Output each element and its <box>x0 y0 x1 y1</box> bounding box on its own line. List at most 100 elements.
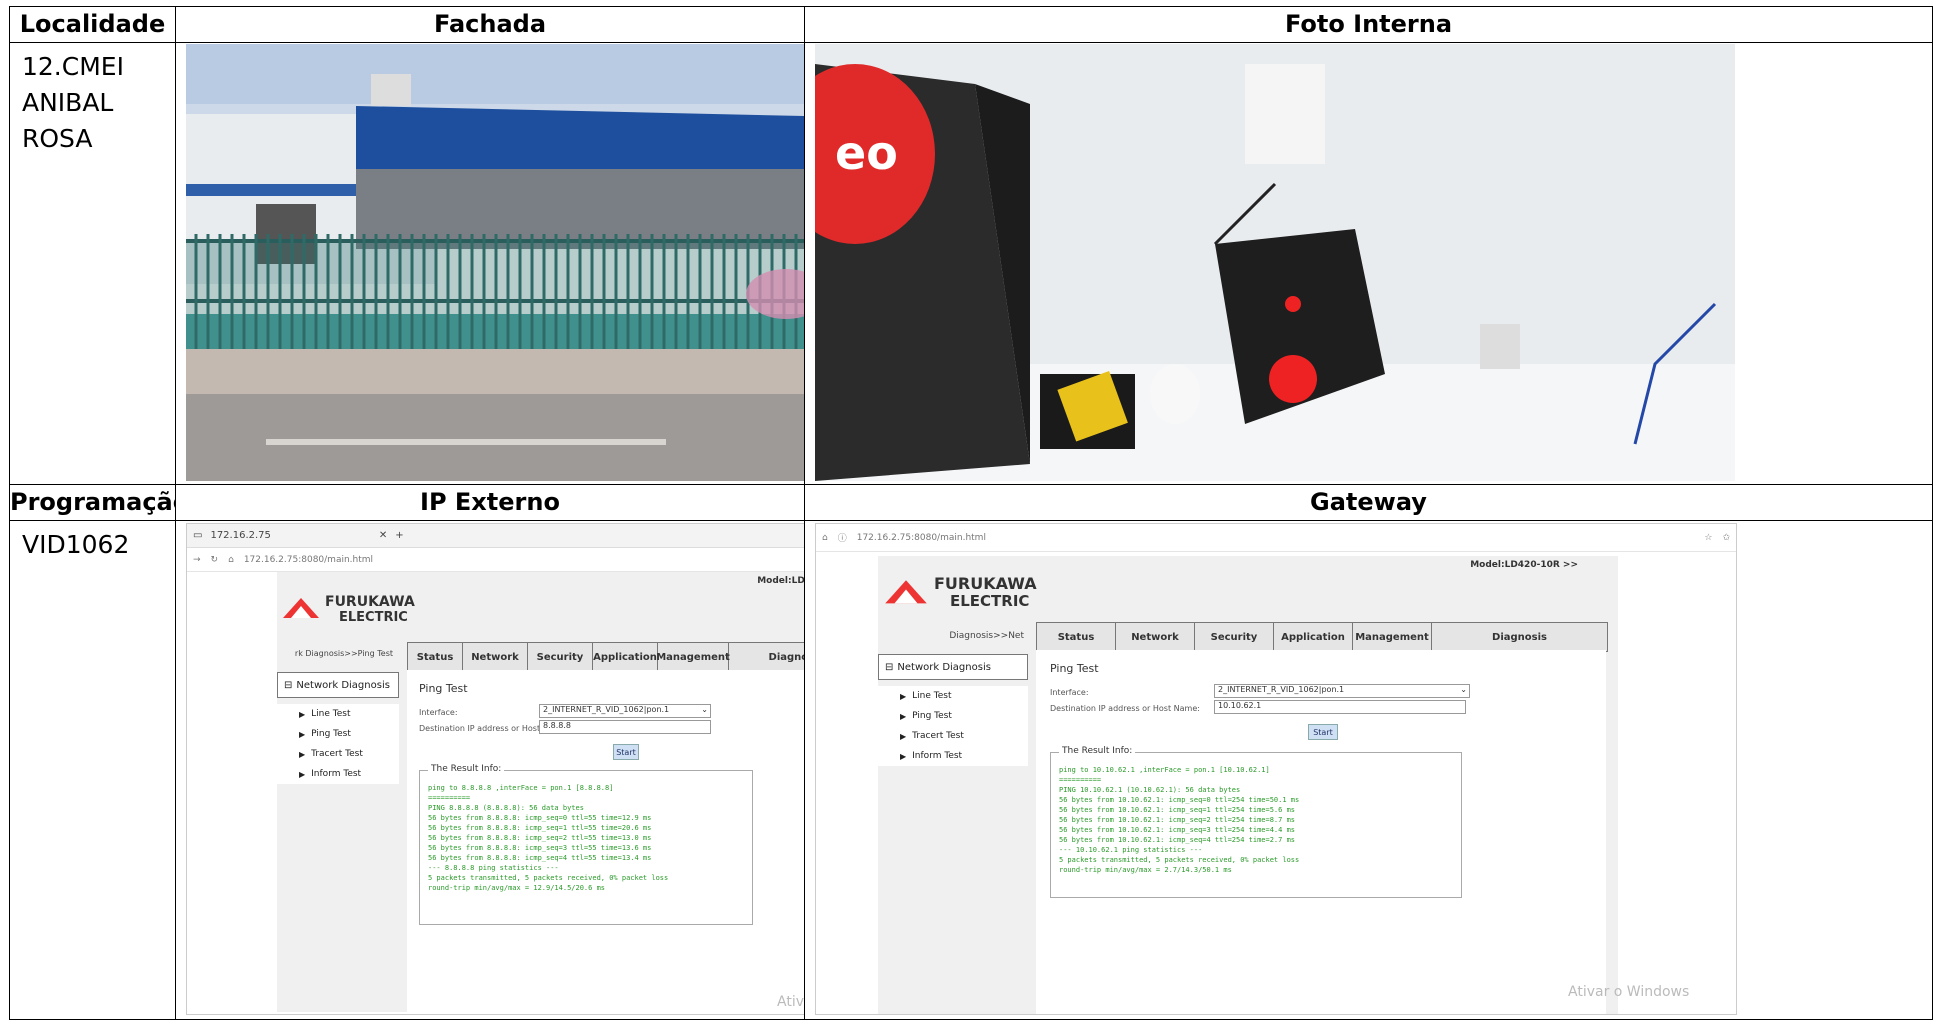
logo-triangle-icon <box>885 580 927 604</box>
result-info-legend: The Result Info: <box>428 764 505 774</box>
star-icon[interactable]: ☆ <box>1704 533 1712 543</box>
result-line: PING 10.10.62.1 (10.10.62.1): 56 data by… <box>1059 786 1241 794</box>
destination-input[interactable]: 8.8.8.8 <box>539 720 711 734</box>
start-button[interactable]: Start <box>1308 724 1338 740</box>
result-lines: ping to 8.8.8.8 ,interFace = pon.1 [8.8.… <box>428 783 668 893</box>
tab-security[interactable]: Security <box>1195 623 1274 651</box>
reload-icon[interactable]: ↻ <box>211 555 219 565</box>
chevron-down-icon: ⌄ <box>1460 685 1467 694</box>
browser-tab-title[interactable]: 172.16.2.75 <box>210 530 270 541</box>
model-label: Model:LD420-10R >> <box>1470 560 1578 570</box>
side-menu: Line Test Ping Test Tracert Test Inform … <box>878 686 1028 766</box>
result-line: 56 bytes from 8.8.8.8: icmp_seq=0 ttl=55… <box>428 814 652 822</box>
side-item-line-test[interactable]: Line Test <box>878 686 1028 706</box>
interface-select-value: 2_INTERNET_R_VID_1062|pon.1 <box>1218 685 1345 694</box>
header-programacao: Programação <box>9 484 176 521</box>
side-item-ping-test[interactable]: Ping Test <box>277 724 399 744</box>
result-info-box: The Result Info: ping to 8.8.8.8 ,interF… <box>419 764 753 925</box>
destination-input[interactable]: 10.10.62.1 <box>1214 700 1466 714</box>
new-tab-icon[interactable]: + <box>395 530 403 541</box>
header-foto-interna: Foto Interna <box>804 6 1933 43</box>
result-line: --- 8.8.8.8 ping statistics --- <box>428 864 559 872</box>
result-line: 56 bytes from 10.10.62.1: icmp_seq=0 ttl… <box>1059 796 1300 804</box>
address-field[interactable]: 172.16.2.75:8080/main.html <box>857 533 986 543</box>
tab-status[interactable]: Status <box>1037 623 1116 651</box>
foto-interna-cell: eo <box>804 42 1933 485</box>
tab-application[interactable]: Application <box>593 643 658 671</box>
header-ip-externo: IP Externo <box>175 484 805 521</box>
result-line: ========== <box>1059 776 1102 784</box>
result-line: ping to 8.8.8.8 ,interFace = pon.1 [8.8.… <box>428 784 614 792</box>
result-line: ping to 10.10.62.1 ,interFace = pon.1 [1… <box>1059 766 1270 774</box>
side-head-label: Network Diagnosis <box>897 661 991 673</box>
side-network-diagnosis[interactable]: ⊟ Network Diagnosis <box>277 672 399 698</box>
interface-select-value: 2_INTERNET_R_VID_1062|pon.1 <box>543 705 670 714</box>
tab-security[interactable]: Security <box>528 643 593 671</box>
back-icon[interactable]: → <box>193 555 201 565</box>
result-line: 56 bytes from 10.10.62.1: icmp_seq=3 ttl… <box>1059 826 1296 834</box>
result-info-legend: The Result Info: <box>1059 746 1136 756</box>
tab-diagnosis[interactable]: Diagnosis <box>729 643 804 671</box>
ping-test-title: Ping Test <box>1050 662 1099 675</box>
home-icon[interactable]: ⌂ <box>228 555 234 565</box>
tab-status[interactable]: Status <box>408 643 463 671</box>
result-line: --- 10.10.62.1 ping statistics --- <box>1059 846 1203 854</box>
ip-externo-screenshot: ▭ 172.16.2.75 ✕ + → ↻ ⌂ 172.16.2.75:8080… <box>186 523 804 1015</box>
header-localidade: Localidade <box>9 6 176 43</box>
favorites-icon[interactable]: ✩ <box>1722 533 1730 543</box>
header-fachada: Fachada <box>175 6 805 43</box>
destination-label: Destination IP address or Host Name: <box>1050 704 1200 713</box>
result-line: round-trip min/avg/max = 2.7/14.3/50.1 m… <box>1059 866 1232 874</box>
tab-management[interactable]: Management <box>1353 623 1432 651</box>
ping-test-title: Ping Test <box>419 682 468 695</box>
interface-select[interactable]: 2_INTERNET_R_VID_1062|pon.1 ⌄ <box>539 704 711 718</box>
address-field[interactable]: 172.16.2.75:8080/main.html <box>244 555 373 565</box>
result-lines: ping to 10.10.62.1 ,interFace = pon.1 [1… <box>1059 765 1299 875</box>
content-area: Ping Test Interface: 2_INTERNET_R_VID_10… <box>1036 650 1606 1014</box>
localidade-cell: 12.CMEI ANIBAL ROSA <box>9 42 176 485</box>
programacao-value: VID1062 <box>22 530 130 559</box>
gateway-screenshot: ⌂ ⓘ 172.16.2.75:8080/main.html ☆ ✩ Model… <box>815 523 1737 1015</box>
interior-photo: eo <box>815 44 1735 481</box>
info-icon: ⓘ <box>837 534 847 544</box>
breadcrumb: Diagnosis>>Net <box>949 631 1024 641</box>
tab-management[interactable]: Management <box>656 643 730 671</box>
side-item-tracert-test[interactable]: Tracert Test <box>878 726 1028 746</box>
browser-tab-bar: ▭ 172.16.2.75 ✕ + <box>187 524 804 548</box>
document-table: Localidade Fachada Foto Interna 12.CMEI … <box>0 0 1941 1020</box>
tab-network[interactable]: Network <box>1116 623 1195 651</box>
start-button[interactable]: Start <box>613 744 639 760</box>
result-line: 5 packets transmitted, 5 packets receive… <box>1059 856 1300 864</box>
result-line: 56 bytes from 10.10.62.1: icmp_seq=2 ttl… <box>1059 816 1296 824</box>
logo-line2: ELECTRIC <box>950 592 1030 610</box>
main-tabs: Status Network Security Application Mana… <box>1036 622 1608 652</box>
side-item-ping-test[interactable]: Ping Test <box>878 706 1028 726</box>
logo-triangle-icon <box>283 598 319 618</box>
collapse-icon: ⊟ <box>885 661 894 673</box>
home-icon[interactable]: ⌂ <box>822 533 828 543</box>
browser-url-bar: ⌂ ⓘ 172.16.2.75:8080/main.html ☆ ✩ <box>816 524 1736 552</box>
interface-select[interactable]: 2_INTERNET_R_VID_1062|pon.1 ⌄ <box>1214 684 1470 698</box>
ip-externo-cell: ▭ 172.16.2.75 ✕ + → ↻ ⌂ 172.16.2.75:8080… <box>175 520 805 1020</box>
close-tab-icon[interactable]: ✕ <box>379 530 387 541</box>
tab-favicon-icon: ▭ <box>193 530 203 541</box>
logo-line2: ELECTRIC <box>339 610 408 625</box>
tab-network[interactable]: Network <box>463 643 528 671</box>
svg-text:eo: eo <box>835 126 898 180</box>
side-item-line-test[interactable]: Line Test <box>277 704 399 724</box>
tab-diagnosis[interactable]: Diagnosis <box>1432 623 1607 651</box>
localidade-line1: 12.CMEI <box>22 52 124 81</box>
header-gateway: Gateway <box>804 484 1933 521</box>
programacao-cell: VID1062 <box>9 520 176 1020</box>
main-tabs: Status Network Security Application Mana… <box>407 642 804 672</box>
router-page: Model:LD420-10R >> FURUKAWA ELECTRIC Dia… <box>878 556 1618 1014</box>
tab-application[interactable]: Application <box>1274 623 1353 651</box>
furukawa-logo: FURUKAWA ELECTRIC <box>882 572 1052 614</box>
side-item-inform-test[interactable]: Inform Test <box>277 764 399 784</box>
content-area: Ping Test Interface: 2_INTERNET_R_VID_10… <box>407 670 804 1012</box>
facade-photo <box>186 44 804 481</box>
result-line: 56 bytes from 8.8.8.8: icmp_seq=1 ttl=55… <box>428 824 652 832</box>
side-item-tracert-test[interactable]: Tracert Test <box>277 744 399 764</box>
side-item-inform-test[interactable]: Inform Test <box>878 746 1028 766</box>
side-network-diagnosis[interactable]: ⊟ Network Diagnosis <box>878 654 1028 680</box>
